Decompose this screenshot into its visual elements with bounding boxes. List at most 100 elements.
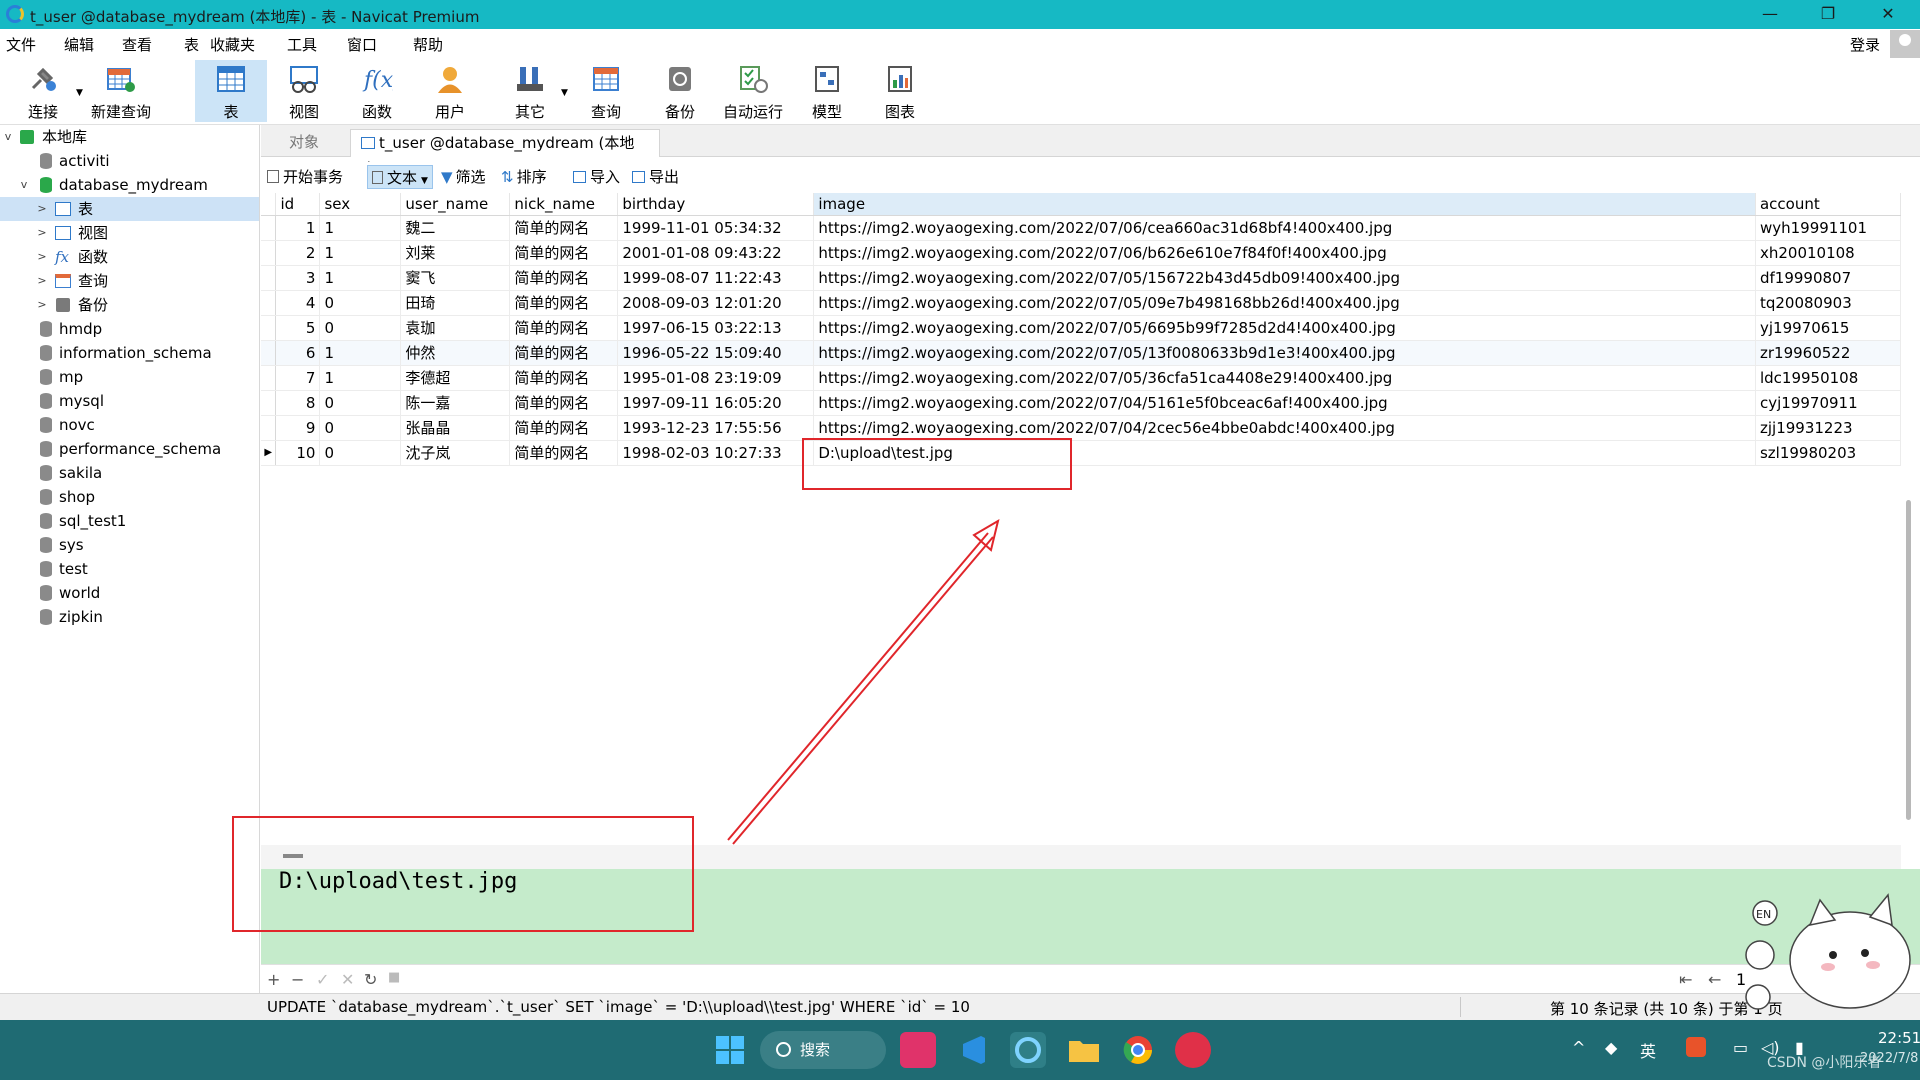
row-header[interactable]: ▶ (261, 440, 277, 466)
other-dropdown-icon[interactable]: ▼ (561, 88, 568, 98)
row-header[interactable] (261, 365, 277, 391)
close-button[interactable]: ✕ (1868, 4, 1908, 26)
connect-dropdown-icon[interactable]: ▼ (76, 88, 83, 98)
cell-image[interactable]: https://img2.woyaogexing.com/2022/07/06/… (813, 215, 1756, 241)
tree-item-tables[interactable]: > 表 (0, 197, 259, 221)
cell-account[interactable]: cyj19970911 (1755, 390, 1901, 416)
table-button[interactable]: 表 (195, 60, 267, 122)
tree-item-database-mydream[interactable]: v database_mydream (0, 173, 259, 197)
cell-birthday[interactable]: 1997-09-11 16:05:20 (617, 390, 815, 416)
new-query-button[interactable]: 新建查询 (86, 60, 156, 122)
table-row[interactable]: 2 1 刘莱 简单的网名 2001-01-08 09:43:22 https://img2… (261, 240, 1901, 266)
cell-sex[interactable]: 0 (319, 415, 402, 441)
chevron-right-icon[interactable]: > (36, 221, 48, 245)
tree-item-queries[interactable]: > 查询 (0, 269, 259, 293)
menu-tools[interactable]: 工具 (287, 34, 317, 55)
cell-nick-name[interactable]: 简单的网名 (509, 315, 619, 341)
filter-button[interactable]: ▼ 筛选 (441, 165, 486, 189)
tree-item-novc[interactable]: novc (0, 413, 259, 437)
chrome-icon[interactable] (1120, 1032, 1156, 1068)
clock-time[interactable]: 22:51 (1878, 1029, 1920, 1047)
apply-changes-button[interactable]: ✓ (316, 970, 329, 989)
first-page-button[interactable]: ⇤ (1679, 970, 1692, 989)
row-header[interactable] (261, 290, 277, 316)
navicat-taskbar-icon[interactable] (1010, 1032, 1046, 1068)
cell-nick-name[interactable]: 简单的网名 (509, 265, 619, 291)
auto-run-button[interactable]: 自动运行 (720, 60, 786, 122)
tree-item-views[interactable]: > 视图 (0, 221, 259, 245)
cell-account[interactable]: df19990807 (1755, 265, 1901, 291)
table-row[interactable]: 3 1 窦飞 简单的网名 1999-08-07 11:22:43 https://img2… (261, 265, 1901, 291)
vertical-scrollbar[interactable] (1906, 500, 1911, 820)
connect-button[interactable]: 连接 (15, 60, 71, 122)
chevron-down-icon[interactable]: v (2, 125, 14, 149)
cell-user-name[interactable]: 田琦 (400, 290, 511, 316)
cell-nick-name[interactable]: 简单的网名 (509, 440, 619, 466)
cell-account[interactable]: ldc19950108 (1755, 365, 1901, 391)
prev-page-button[interactable]: ← (1708, 970, 1721, 989)
cell-sex[interactable]: 0 (319, 315, 402, 341)
cell-image[interactable]: https://img2.woyaogexing.com/2022/07/05/… (813, 365, 1756, 391)
cell-image[interactable]: https://img2.woyaogexing.com/2022/07/05/… (813, 265, 1756, 291)
cell-id[interactable]: 3 (275, 265, 321, 291)
menu-edit[interactable]: 编辑 (64, 34, 94, 55)
row-header[interactable] (261, 390, 277, 416)
cell-id[interactable]: 5 (275, 315, 321, 341)
tree-item-activiti[interactable]: activiti (0, 149, 259, 173)
column-header-user-name[interactable]: user_name (400, 193, 511, 216)
tree-item-mysql[interactable]: mysql (0, 389, 259, 413)
table-row[interactable]: 6 1 仲然 简单的网名 1996-05-22 15:09:40 https://img2… (261, 340, 1901, 366)
tree-item-sql-test1[interactable]: sql_test1 (0, 509, 259, 533)
backup-button[interactable]: 备份 (650, 60, 710, 122)
cell-user-name[interactable]: 刘莱 (400, 240, 511, 266)
cell-nick-name[interactable]: 简单的网名 (509, 240, 619, 266)
column-header-id[interactable]: id (275, 193, 321, 216)
cell-birthday[interactable]: 1997-06-15 03:22:13 (617, 315, 815, 341)
row-header[interactable] (261, 240, 277, 266)
row-header[interactable] (261, 215, 277, 241)
begin-transaction-button[interactable]: 开始事务 (267, 165, 343, 189)
tree-item-world[interactable]: world (0, 581, 259, 605)
cell-birthday[interactable]: 1998-02-03 10:27:33 (617, 440, 815, 466)
cell-nick-name[interactable]: 简单的网名 (509, 365, 619, 391)
cell-image[interactable]: https://img2.woyaogexing.com/2022/07/05/… (813, 340, 1756, 366)
table-row[interactable]: 1 1 魏二 简单的网名 1999-11-01 05:34:32 https://img2… (261, 215, 1901, 241)
cell-id[interactable]: 1 (275, 215, 321, 241)
cell-sex[interactable]: 0 (319, 290, 402, 316)
column-header-account[interactable]: account (1755, 193, 1901, 216)
table-row[interactable]: ▶ 10 0 沈子岚 简单的网名 1998-02-03 10:27:33 D:\upload… (261, 440, 1901, 466)
import-button[interactable]: 导入 (573, 165, 620, 189)
chart-button[interactable]: 图表 (870, 60, 930, 122)
chevron-right-icon[interactable]: > (36, 245, 48, 269)
column-header-birthday[interactable]: birthday (617, 193, 815, 216)
cell-id[interactable]: 4 (275, 290, 321, 316)
cell-image[interactable]: https://img2.woyaogexing.com/2022/07/04/… (813, 390, 1756, 416)
other-button[interactable]: 其它 (500, 60, 560, 122)
view-button[interactable]: 视图 (274, 60, 334, 122)
cell-id[interactable]: 2 (275, 240, 321, 266)
discard-changes-button[interactable]: ✕ (341, 970, 354, 989)
cell-sex[interactable]: 1 (319, 265, 402, 291)
user-button[interactable]: 用户 (420, 60, 480, 122)
cell-birthday[interactable]: 1996-05-22 15:09:40 (617, 340, 815, 366)
vscode-icon[interactable] (955, 1032, 991, 1068)
cell-image[interactable]: https://img2.woyaogexing.com/2022/07/06/… (813, 240, 1756, 266)
refresh-button[interactable]: ↻ (364, 970, 377, 989)
cell-account[interactable]: tq20080903 (1755, 290, 1901, 316)
cell-user-name[interactable]: 张晶晶 (400, 415, 511, 441)
cell-id[interactable]: 7 (275, 365, 321, 391)
add-record-button[interactable]: + (267, 970, 280, 989)
row-header[interactable] (261, 315, 277, 341)
cell-user-name[interactable]: 魏二 (400, 215, 511, 241)
tree-item-functions[interactable]: > fx 函数 (0, 245, 259, 269)
cell-user-name[interactable]: 陈一嘉 (400, 390, 511, 416)
cell-sex[interactable]: 1 (319, 340, 402, 366)
tree-item-sys[interactable]: sys (0, 533, 259, 557)
tray-overflow-icon[interactable]: ^ (1572, 1038, 1585, 1057)
tree-item-mp[interactable]: mp (0, 365, 259, 389)
tree-item-test[interactable]: test (0, 557, 259, 581)
cell-user-name[interactable]: 仲然 (400, 340, 511, 366)
cell-user-name[interactable]: 沈子岚 (400, 440, 511, 466)
tree-item-local[interactable]: v 本地库 (0, 125, 259, 149)
cell-user-name[interactable]: 窦飞 (400, 265, 511, 291)
